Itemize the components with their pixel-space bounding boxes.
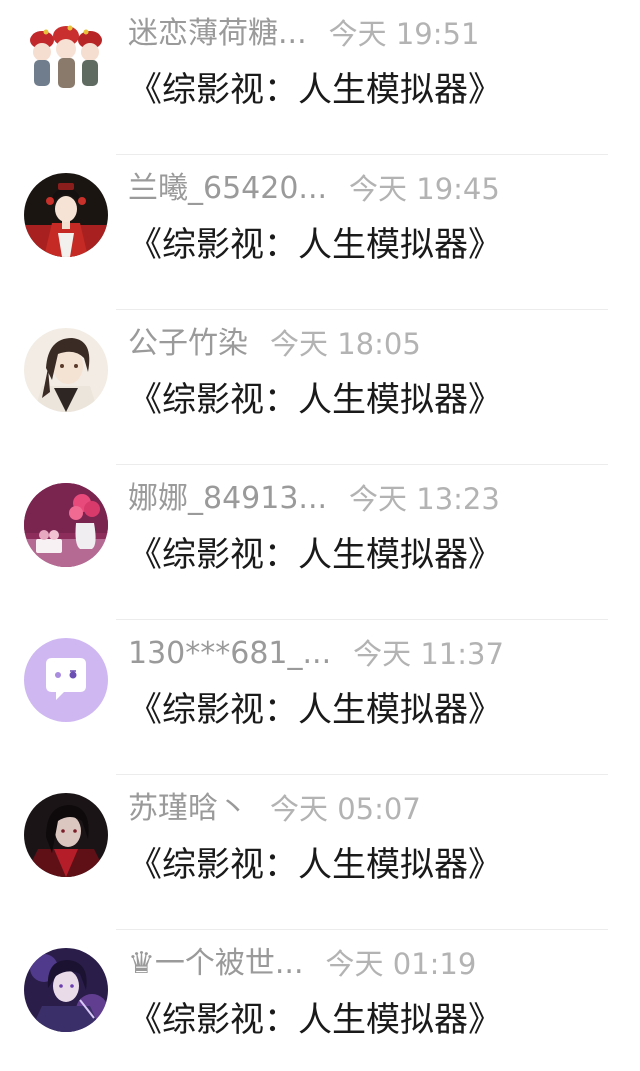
message-text: 《综影视：人生模拟器》 — [128, 225, 502, 265]
message-text: 《综影视：人生模拟器》 — [128, 535, 502, 575]
message-row[interactable]: 兰曦_65420... 今天 19:45 《综影视：人生模拟器》 — [0, 155, 640, 310]
message-time: 今天 18:05 — [270, 327, 421, 361]
message-text: 《综影视：人生模拟器》 — [128, 1000, 502, 1040]
message-text: 《综影视：人生模拟器》 — [128, 845, 502, 885]
sender-name[interactable]: 迷恋薄荷糖... — [128, 12, 307, 56]
message-meta: ♛一个被世... 今天 01:19 — [128, 942, 476, 986]
message-meta: 兰曦_65420... 今天 19:45 — [128, 167, 500, 211]
sender-name[interactable]: ♛一个被世... — [128, 942, 304, 986]
message-row[interactable]: 130***681_... 今天 11:37 《综影视：人生模拟器》 — [0, 620, 640, 775]
message-list: 迷恋薄荷糖... 今天 19:51 《综影视：人生模拟器》 兰曦_65420...… — [0, 0, 640, 1071]
message-row[interactable]: 迷恋薄荷糖... 今天 19:51 《综影视：人生模拟器》 — [0, 0, 640, 155]
message-row[interactable]: 苏瑾晗丶 今天 05:07 《综影视：人生模拟器》 — [0, 775, 640, 930]
message-row[interactable]: 娜娜_84913... 今天 13:23 《综影视：人生模拟器》 — [0, 465, 640, 620]
message-time: 今天 19:45 — [349, 172, 500, 206]
chat-bubble-default-avatar[interactable] — [24, 638, 108, 722]
flowers-still-life-avatar[interactable] — [24, 483, 108, 567]
chibi-group-avatar[interactable] — [24, 18, 108, 102]
message-meta: 公子竹染 今天 18:05 — [128, 322, 421, 366]
sender-name[interactable]: 公子竹染 — [128, 322, 248, 366]
message-text: 《综影视：人生模拟器》 — [128, 380, 502, 420]
message-text: 《综影视：人生模拟器》 — [128, 690, 502, 730]
purple-anime-man-avatar[interactable] — [24, 948, 108, 1032]
message-text: 《综影视：人生模拟器》 — [128, 70, 502, 110]
message-row[interactable]: ♛一个被世... 今天 01:19 《综影视：人生模拟器》 — [0, 930, 640, 1071]
message-meta: 130***681_... 今天 11:37 — [128, 632, 504, 676]
sender-name[interactable]: 兰曦_65420... — [128, 167, 327, 211]
anime-man-avatar[interactable] — [24, 328, 108, 412]
message-meta: 迷恋薄荷糖... 今天 19:51 — [128, 12, 479, 56]
message-time: 今天 19:51 — [328, 17, 480, 51]
message-meta: 苏瑾晗丶 今天 05:07 — [128, 787, 421, 831]
message-row[interactable]: 公子竹染 今天 18:05 《综影视：人生模拟器》 — [0, 310, 640, 465]
message-meta: 娜娜_84913... 今天 13:23 — [128, 477, 500, 521]
message-time: 今天 11:37 — [353, 637, 504, 671]
message-time: 今天 13:23 — [349, 482, 500, 516]
message-time: 今天 05:07 — [270, 792, 421, 826]
sender-name[interactable]: 130***681_... — [128, 632, 331, 676]
sender-name[interactable]: 苏瑾晗丶 — [128, 787, 248, 831]
message-time: 今天 01:19 — [325, 947, 477, 981]
sender-name[interactable]: 娜娜_84913... — [128, 477, 327, 521]
red-robe-woman-avatar[interactable] — [24, 173, 108, 257]
dark-anime-man-avatar[interactable] — [24, 793, 108, 877]
